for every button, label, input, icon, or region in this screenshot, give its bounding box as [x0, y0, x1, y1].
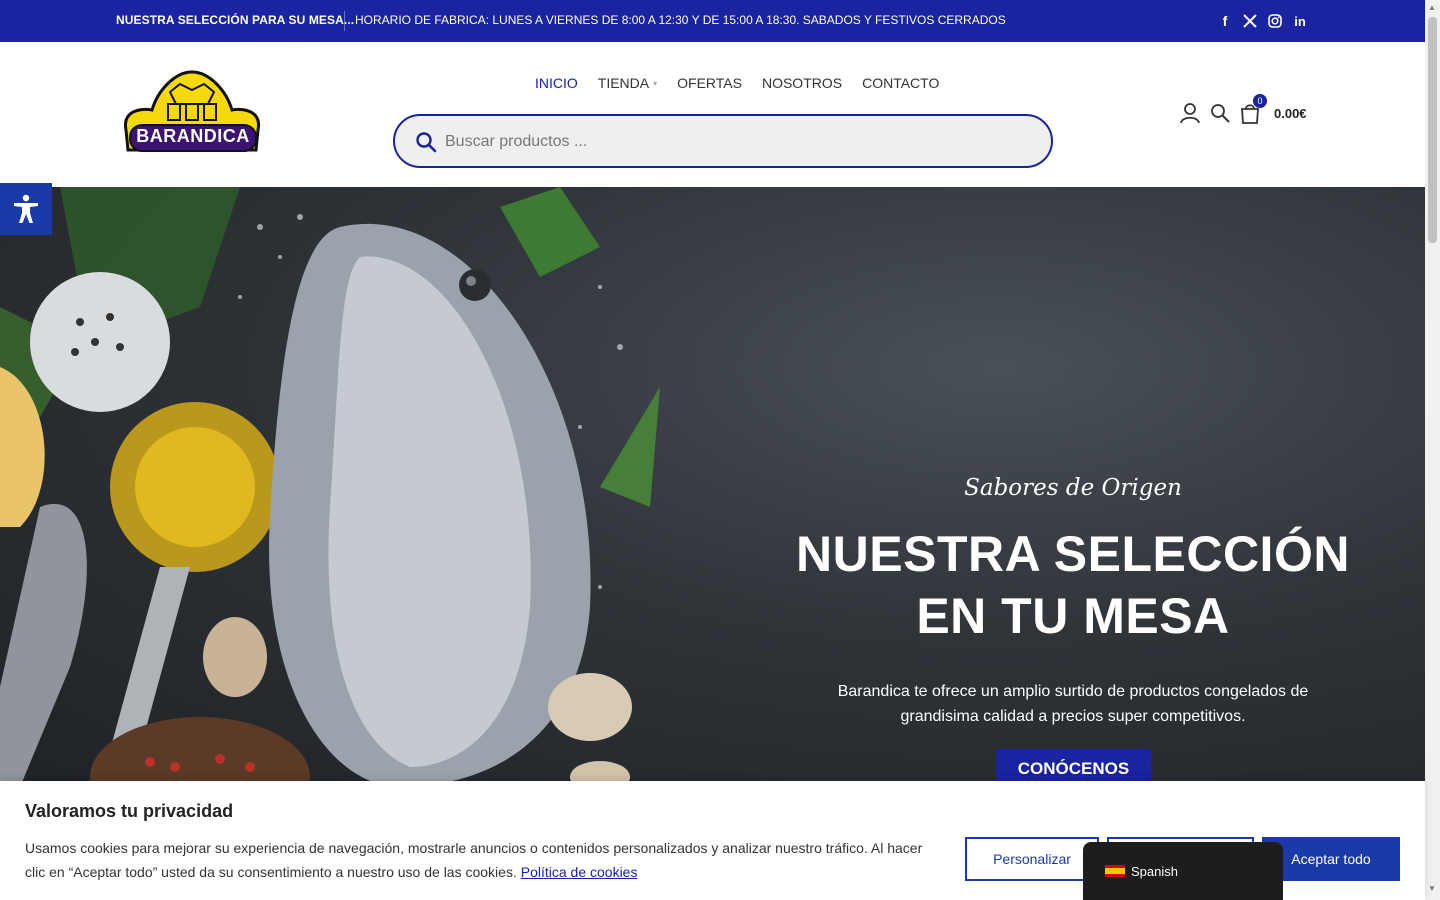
hero-description: Barandica te ofrece un amplio surtido de…: [823, 679, 1323, 729]
hero-title-line-1: NUESTRA SELECCIÓN: [796, 526, 1350, 582]
scroll-up-icon[interactable]: ▲: [1428, 3, 1436, 12]
user-icon[interactable]: [1180, 102, 1200, 124]
scrollbar-thumb[interactable]: [1428, 17, 1437, 243]
nav-item-inicio[interactable]: INICIO: [535, 75, 578, 91]
social-links: f in: [1218, 11, 1307, 31]
hero-food-image: [0, 187, 660, 787]
cart-icon[interactable]: 0: [1240, 94, 1267, 124]
nav-item-ofertas[interactable]: OFERTAS: [677, 75, 742, 91]
accessibility-icon: [14, 194, 38, 223]
header-actions: 0 0.00€: [1180, 94, 1307, 124]
cookie-text: Usamos cookies para mejorar su experienc…: [25, 836, 945, 884]
linkedin-icon[interactable]: in: [1293, 11, 1307, 31]
cookie-description: Usamos cookies para mejorar su experienc…: [25, 840, 923, 880]
barandica-logo[interactable]: BARANDICA: [120, 70, 265, 156]
hero-description-line-1: Barandica te ofrece un amplio surtido de…: [837, 683, 1309, 700]
scroll-down-icon[interactable]: ▼: [1428, 884, 1436, 893]
top-bar: NUESTRA SELECCIÓN PARA SU MESA... HORARI…: [0, 0, 1425, 42]
hero-description-line-2: grandisima calidad a precios super compe…: [900, 708, 1246, 725]
accessibility-button[interactable]: [0, 183, 52, 235]
cookie-policy-link[interactable]: Política de cookies: [521, 864, 638, 880]
hero-title: NUESTRA SELECCIÓN EN TU MESA: [773, 523, 1373, 647]
language-label: Spanish: [1131, 863, 1178, 879]
topbar-hours: HORARIO DE FABRICA: LUNES A VIERNES DE 8…: [355, 13, 1006, 27]
hero-banner: Sabores de Origen NUESTRA SELECCIÓN EN T…: [0, 187, 1425, 787]
chevron-down-icon: ▾: [653, 78, 658, 88]
nav-item-contacto[interactable]: CONTACTO: [862, 75, 939, 91]
language-switcher[interactable]: Spanish: [1083, 842, 1283, 900]
main-nav: INICIO TIENDA ▾ OFERTAS NOSOTROS CONTACTO: [535, 75, 939, 91]
nav-item-tienda[interactable]: TIENDA ▾: [598, 75, 657, 91]
cart-total[interactable]: 0.00€: [1274, 106, 1307, 121]
cookie-title: Valoramos tu privacidad: [25, 801, 234, 821]
topbar-divider: [344, 11, 345, 31]
site-header: BARANDICA INICIO TIENDA ▾ OFERTAS NOSOTRO…: [0, 42, 1425, 187]
search-bar: [393, 114, 1053, 168]
search-toggle-icon[interactable]: [1210, 102, 1230, 124]
page-scrollbar[interactable]: ▲ ▼: [1425, 0, 1440, 900]
search-icon[interactable]: [415, 131, 437, 153]
hero-subtitle: Sabores de Origen: [964, 475, 1182, 501]
instagram-icon[interactable]: [1268, 11, 1282, 31]
x-icon[interactable]: [1243, 11, 1257, 31]
hero-title-line-2: EN TU MESA: [916, 588, 1230, 644]
nav-item-nosotros[interactable]: NOSOTROS: [762, 75, 842, 91]
topbar-promo: NUESTRA SELECCIÓN PARA SU MESA...: [116, 13, 355, 27]
logo-text: BARANDICA: [136, 126, 250, 146]
customize-button[interactable]: Personalizar: [965, 837, 1099, 881]
facebook-icon[interactable]: f: [1218, 11, 1232, 31]
search-input[interactable]: [445, 128, 1035, 156]
spain-flag-icon: [1105, 865, 1125, 877]
cart-count-badge: 0: [1253, 94, 1267, 108]
